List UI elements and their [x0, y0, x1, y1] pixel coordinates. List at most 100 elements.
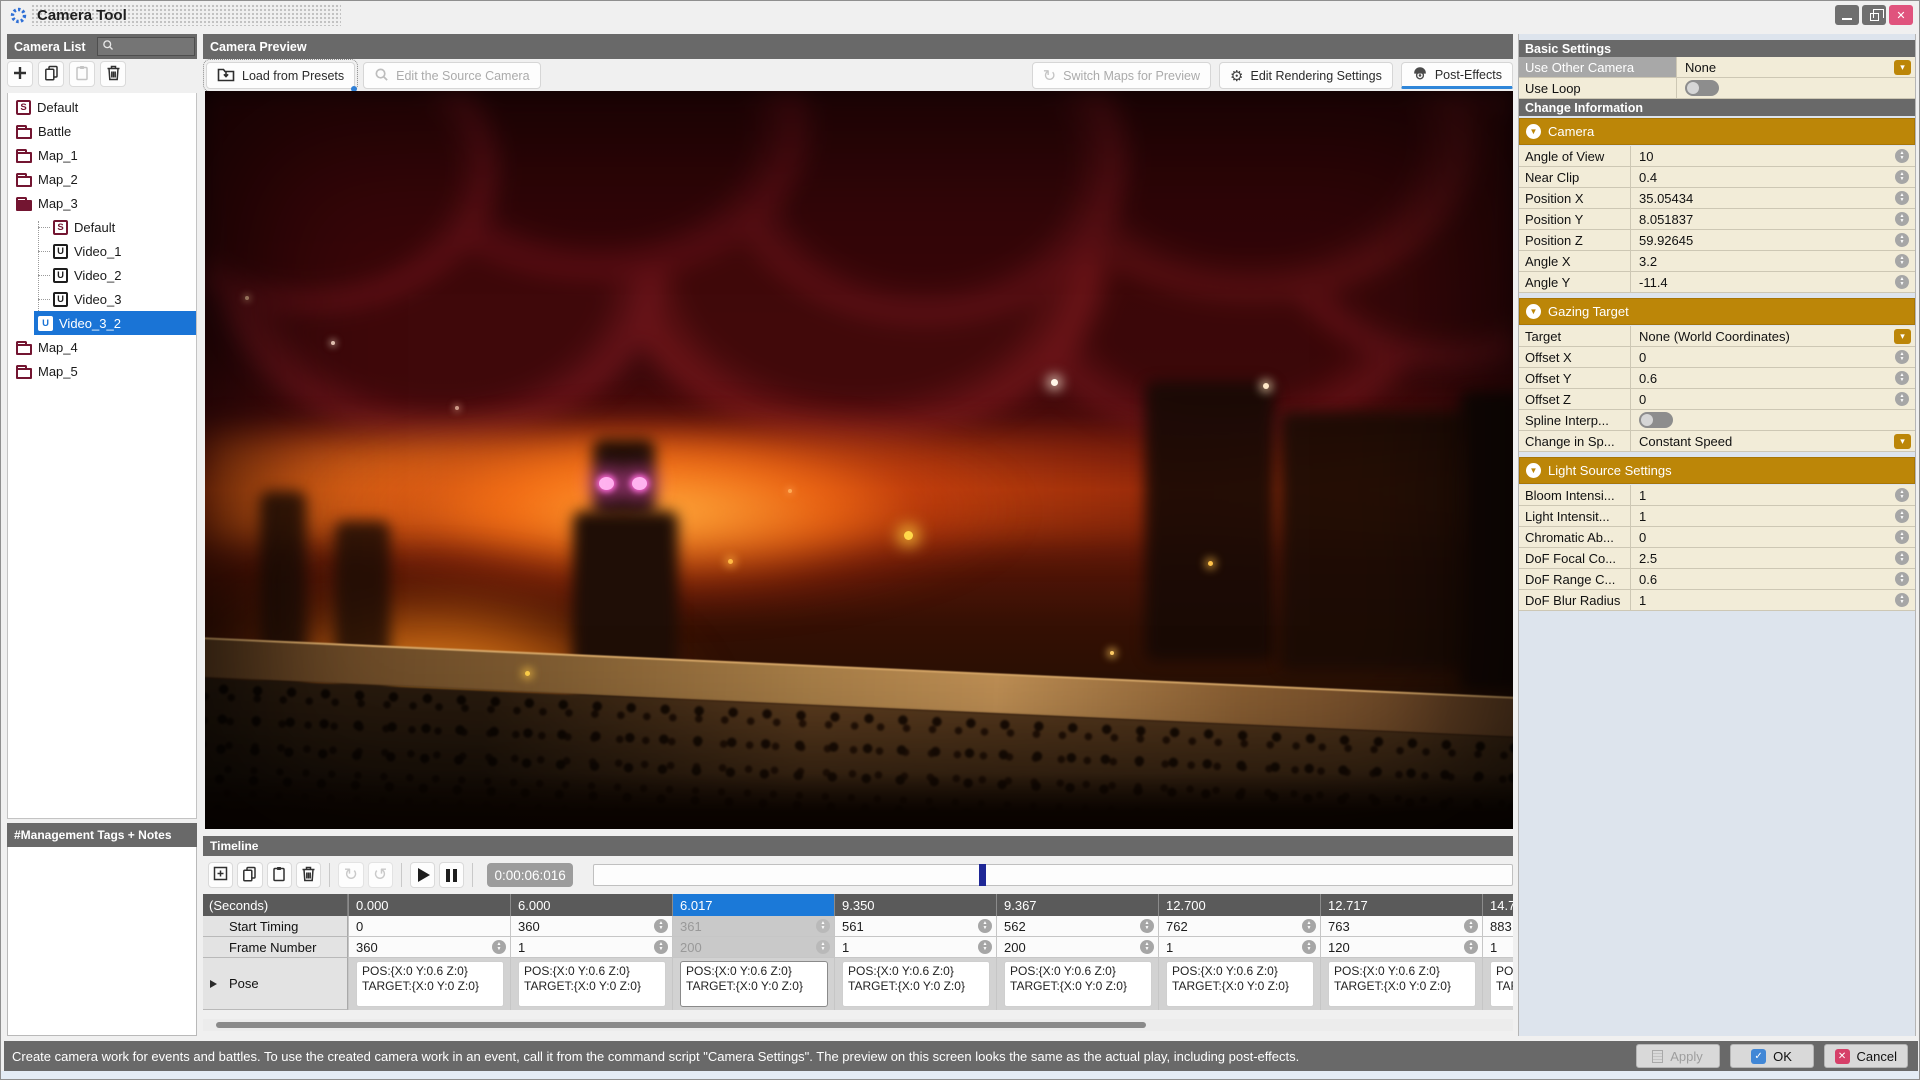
playhead-marker[interactable]: [978, 864, 986, 886]
spinner-icon[interactable]: [1140, 919, 1154, 933]
camera-group-header[interactable]: ▼ Camera: [1519, 118, 1915, 145]
spinner-icon[interactable]: [1895, 191, 1909, 205]
pose-cell[interactable]: POS:{X:0 Y:0.6 Z:0} TARGET:{X:0 Y:0 Z:0}: [1004, 961, 1152, 1007]
close-button[interactable]: ✕: [1889, 5, 1913, 25]
spinner-icon[interactable]: [1895, 350, 1909, 364]
timeline-column-clipped[interactable]: 14.717 883 1 POS:{X:0 Y:0.6 Z:0} TARGET:…: [1482, 894, 1513, 1010]
tree-item-map4[interactable]: Map_4: [8, 335, 196, 359]
light-source-group-header[interactable]: ▼ Light Source Settings: [1519, 457, 1915, 484]
spinner-icon[interactable]: [1302, 919, 1316, 933]
ok-button[interactable]: ✓ OK: [1729, 1044, 1814, 1068]
tree-item-default[interactable]: S Default: [8, 95, 196, 119]
notes-textarea[interactable]: [8, 847, 196, 1035]
add-camera-button[interactable]: [7, 61, 33, 87]
timeline-column[interactable]: 12.717 763 120 POS:{X:0 Y:0.6 Z:0} TARGE…: [1320, 894, 1482, 1010]
use-loop-toggle[interactable]: [1685, 80, 1719, 96]
gazing-target-group-header[interactable]: ▼ Gazing Target: [1519, 298, 1915, 325]
spinner-icon[interactable]: [978, 919, 992, 933]
pose-cell[interactable]: POS:{X:0 Y:0.6 Z:0} TARGET:{X:0 Y:0 Z:0}: [356, 961, 504, 1007]
paste-keyframe-button[interactable]: [266, 862, 292, 888]
minimize-button[interactable]: [1835, 5, 1859, 25]
management-notes-area[interactable]: [7, 847, 197, 1036]
spinner-icon[interactable]: [1895, 509, 1909, 523]
spinner-icon[interactable]: [1140, 940, 1154, 954]
tree-item-map1[interactable]: Map_1: [8, 143, 196, 167]
spinner-icon[interactable]: [1895, 551, 1909, 565]
pose-cell[interactable]: POS:{X:0 Y:0.6 Z:0} TARGET:{X:0 Y:0 Z:0}: [842, 961, 990, 1007]
timeline-column[interactable]: 6.000 360 1 POS:{X:0 Y:0.6 Z:0} TARGET:{…: [510, 894, 672, 1010]
tree-item-video2[interactable]: U Video_2: [8, 263, 196, 287]
spinner-icon[interactable]: [1464, 940, 1478, 954]
delete-keyframe-button[interactable]: [295, 862, 322, 888]
scrollbar-handle[interactable]: [216, 1022, 1146, 1028]
tree-item-battle[interactable]: Battle: [8, 119, 196, 143]
spinner-icon[interactable]: [1895, 530, 1909, 544]
pause-button[interactable]: [439, 862, 465, 888]
spinner-icon[interactable]: [1895, 392, 1909, 406]
setting-value[interactable]: None: [1677, 60, 1894, 75]
switch-maps-button[interactable]: ↻ Switch Maps for Preview: [1031, 62, 1212, 89]
edit-rendering-settings-button[interactable]: ⚙ Edit Rendering Settings: [1219, 62, 1393, 89]
spinner-icon[interactable]: [492, 940, 506, 954]
timeline-column[interactable]: 9.350 561 1 POS:{X:0 Y:0.6 Z:0} TARGET:{…: [834, 894, 996, 1010]
tree-item-video3[interactable]: U Video_3: [8, 287, 196, 311]
spinner-icon[interactable]: [1895, 488, 1909, 502]
spinner-icon[interactable]: [1302, 940, 1316, 954]
timeline-column[interactable]: 9.367 562 200 POS:{X:0 Y:0.6 Z:0} TARGET…: [996, 894, 1158, 1010]
restore-button[interactable]: [1862, 5, 1886, 25]
add-keyframe-button[interactable]: [208, 862, 234, 888]
timeline-column[interactable]: 12.700 762 1 POS:{X:0 Y:0.6 Z:0} TARGET:…: [1158, 894, 1320, 1010]
search-input[interactable]: [114, 39, 184, 54]
spinner-icon[interactable]: [1895, 170, 1909, 184]
timeline-scrollbar[interactable]: [203, 1019, 1513, 1031]
spinner-icon[interactable]: [654, 919, 668, 933]
expand-triangle-icon[interactable]: [210, 979, 217, 988]
apply-button[interactable]: Apply: [1635, 1044, 1720, 1068]
spinner-icon[interactable]: [816, 919, 830, 933]
undo-button[interactable]: ↺: [367, 862, 393, 888]
spinner-icon[interactable]: [1895, 254, 1909, 268]
copy-camera-button[interactable]: [38, 61, 64, 87]
redo-button[interactable]: ↻: [338, 862, 364, 888]
spline-interp-toggle[interactable]: [1639, 412, 1673, 428]
spinner-icon[interactable]: [1895, 149, 1909, 163]
delete-camera-button[interactable]: [100, 61, 126, 87]
load-from-presets-button[interactable]: Load from Presets: [202, 59, 359, 92]
spinner-icon[interactable]: [654, 940, 668, 954]
tree-item-map5[interactable]: Map_5: [8, 359, 196, 383]
tree-item-map3-default[interactable]: S Default: [8, 215, 196, 239]
spinner-icon[interactable]: [1895, 275, 1909, 289]
tree-item-map3[interactable]: Map_3: [8, 191, 196, 215]
spinner-icon[interactable]: [978, 940, 992, 954]
edit-source-camera-button[interactable]: Edit the Source Camera: [363, 62, 541, 89]
timeline-column[interactable]: 0.000 0 360 POS:{X:0 Y:0.6 Z:0} TARGET:{…: [348, 894, 510, 1010]
cancel-button[interactable]: ✕ Cancel: [1823, 1044, 1908, 1068]
spinner-icon[interactable]: [1895, 593, 1909, 607]
pose-cell[interactable]: POS:{X:0 Y:0.6 Z:0} TARGET:{X:0 Y:0 Z:0}: [1166, 961, 1314, 1007]
pose-row-label[interactable]: Pose: [203, 958, 348, 1010]
preview-viewport[interactable]: [205, 91, 1513, 829]
title-bar[interactable]: Camera Tool ✕: [1, 1, 1919, 29]
dropdown-icon[interactable]: ▾: [1894, 328, 1911, 344]
paste-camera-button[interactable]: [69, 61, 95, 87]
tree-item-video3-2-selected[interactable]: U Video_3_2: [34, 311, 196, 335]
dropdown-icon[interactable]: ▾: [1894, 59, 1911, 75]
spinner-icon[interactable]: [1464, 919, 1478, 933]
dropdown-icon[interactable]: ▾: [1894, 433, 1911, 449]
post-effects-tab[interactable]: Post-Effects: [1400, 62, 1513, 89]
tree-item-map2[interactable]: Map_2: [8, 167, 196, 191]
pose-cell[interactable]: POS:{X:0 Y:0.6 Z:0} TARGET:{X:0 Y:0 Z:0}: [1490, 961, 1513, 1007]
tree-item-video1[interactable]: U Video_1: [8, 239, 196, 263]
timeline-column-selected[interactable]: 6.017 361 200 POS:{X:0 Y:0.6 Z:0} TARGET…: [672, 894, 834, 1010]
copy-keyframe-button[interactable]: [237, 862, 263, 888]
spinner-icon[interactable]: [1895, 371, 1909, 385]
spinner-icon[interactable]: [1895, 212, 1909, 226]
pose-cell[interactable]: POS:{X:0 Y:0.6 Z:0} TARGET:{X:0 Y:0 Z:0}: [680, 961, 828, 1007]
play-button[interactable]: [409, 862, 436, 888]
pose-cell[interactable]: POS:{X:0 Y:0.6 Z:0} TARGET:{X:0 Y:0 Z:0}: [518, 961, 666, 1007]
timeline-scrubber-track[interactable]: [592, 864, 1513, 886]
pose-cell[interactable]: POS:{X:0 Y:0.6 Z:0} TARGET:{X:0 Y:0 Z:0}: [1328, 961, 1476, 1007]
spinner-icon[interactable]: [816, 940, 830, 954]
spinner-icon[interactable]: [1895, 572, 1909, 586]
spinner-icon[interactable]: [1895, 233, 1909, 247]
